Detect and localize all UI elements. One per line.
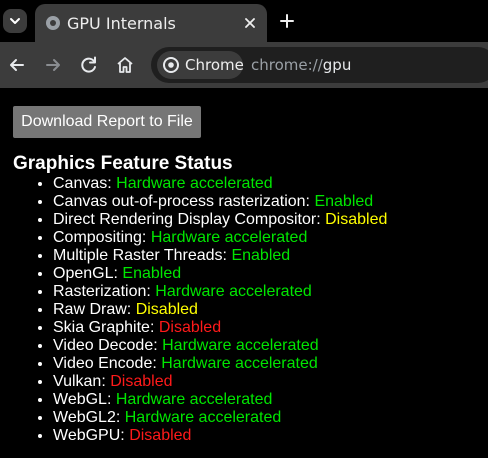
feature-item: Rasterization: Hardware accelerated [53,283,387,301]
address-bar[interactable]: Chrome chrome://gpu [151,47,488,83]
download-report-button[interactable]: Download Report to File [13,106,201,138]
feature-item: Raw Draw: Disabled [53,301,387,319]
feature-status: Hardware accelerated [124,409,282,426]
forward-arrow-icon[interactable] [42,54,64,76]
chip-label: Chrome [185,56,244,74]
feature-item: Video Decode: Hardware accelerated [53,337,387,355]
section-title: Graphics Feature Status [13,153,233,174]
globe-icon [46,16,60,30]
url-text[interactable]: chrome://gpu [251,56,351,74]
feature-status: Enabled [122,265,182,282]
feature-status: Hardware accelerated [162,337,319,354]
page-content: Download Report to File Graphics Feature… [0,88,488,458]
feature-name: Raw Draw: [53,301,132,318]
url-host: gpu [322,56,352,74]
toolbar: Chrome chrome://gpu [0,42,488,88]
feature-item: Compositing: Hardware accelerated [53,229,387,247]
feature-item: WebGPU: Disabled [53,427,387,445]
feature-status: Disabled [158,319,222,336]
feature-item: Vulkan: Disabled [53,373,387,391]
feature-name: Canvas: [53,175,112,192]
feature-status-list: Canvas: Hardware acceleratedCanvas out-o… [33,175,387,445]
feature-name: WebGL: [53,391,112,408]
tab-title: GPU Internals [67,14,176,33]
feature-name: WebGPU: [53,427,125,444]
reload-icon[interactable] [78,54,100,76]
feature-item: WebGL2: Hardware accelerated [53,409,387,427]
feature-item: OpenGL: Enabled [53,265,387,283]
feature-item: Video Encode: Hardware accelerated [53,355,387,373]
feature-name: WebGL2: [53,409,121,426]
chrome-logo-icon [163,57,179,73]
feature-name: Video Decode: [53,337,158,354]
feature-status: Enabled [231,247,291,264]
feature-status: Disabled [325,211,388,228]
tab-strip: GPU Internals [0,0,488,42]
chrome-chip[interactable]: Chrome [157,51,244,79]
feature-status: Hardware accelerated [116,175,273,192]
feature-status: Disabled [110,373,173,390]
feature-status: Disabled [135,301,198,318]
feature-status: Enabled [314,193,374,210]
feature-item: Multiple Raster Threads: Enabled [53,247,387,265]
feature-status: Disabled [129,427,192,444]
close-icon[interactable] [241,14,259,32]
feature-status: Hardware accelerated [150,229,308,246]
feature-name: Rasterization: [53,283,151,300]
feature-name: OpenGL: [53,265,118,282]
feature-name: Skia Graphite: [53,319,155,336]
feature-name: Direct Rendering Display Compositor: [53,211,321,228]
chevron-down-icon [10,18,20,24]
plus-icon[interactable] [277,11,297,31]
tab-gpu-internals[interactable]: GPU Internals [35,4,267,42]
feature-name: Compositing: [53,229,147,246]
feature-name: Canvas out-of-process rasterization: [53,193,310,210]
feature-status: Hardware accelerated [155,283,312,300]
feature-name: Vulkan: [53,373,106,390]
back-arrow-icon[interactable] [6,54,28,76]
feature-name: Multiple Raster Threads: [53,247,227,264]
feature-item: WebGL: Hardware accelerated [53,391,387,409]
feature-item: Direct Rendering Display Compositor: Dis… [53,211,387,229]
url-scheme: chrome:// [251,56,323,74]
feature-status: Hardware accelerated [115,391,273,408]
feature-item: Skia Graphite: Disabled [53,319,387,337]
feature-status: Hardware accelerated [161,355,318,372]
tab-search-button[interactable] [3,9,27,33]
feature-name: Video Encode: [53,355,157,372]
feature-item: Canvas: Hardware accelerated [53,175,387,193]
home-icon[interactable] [114,54,136,76]
feature-item: Canvas out-of-process rasterization: Ena… [53,193,387,211]
